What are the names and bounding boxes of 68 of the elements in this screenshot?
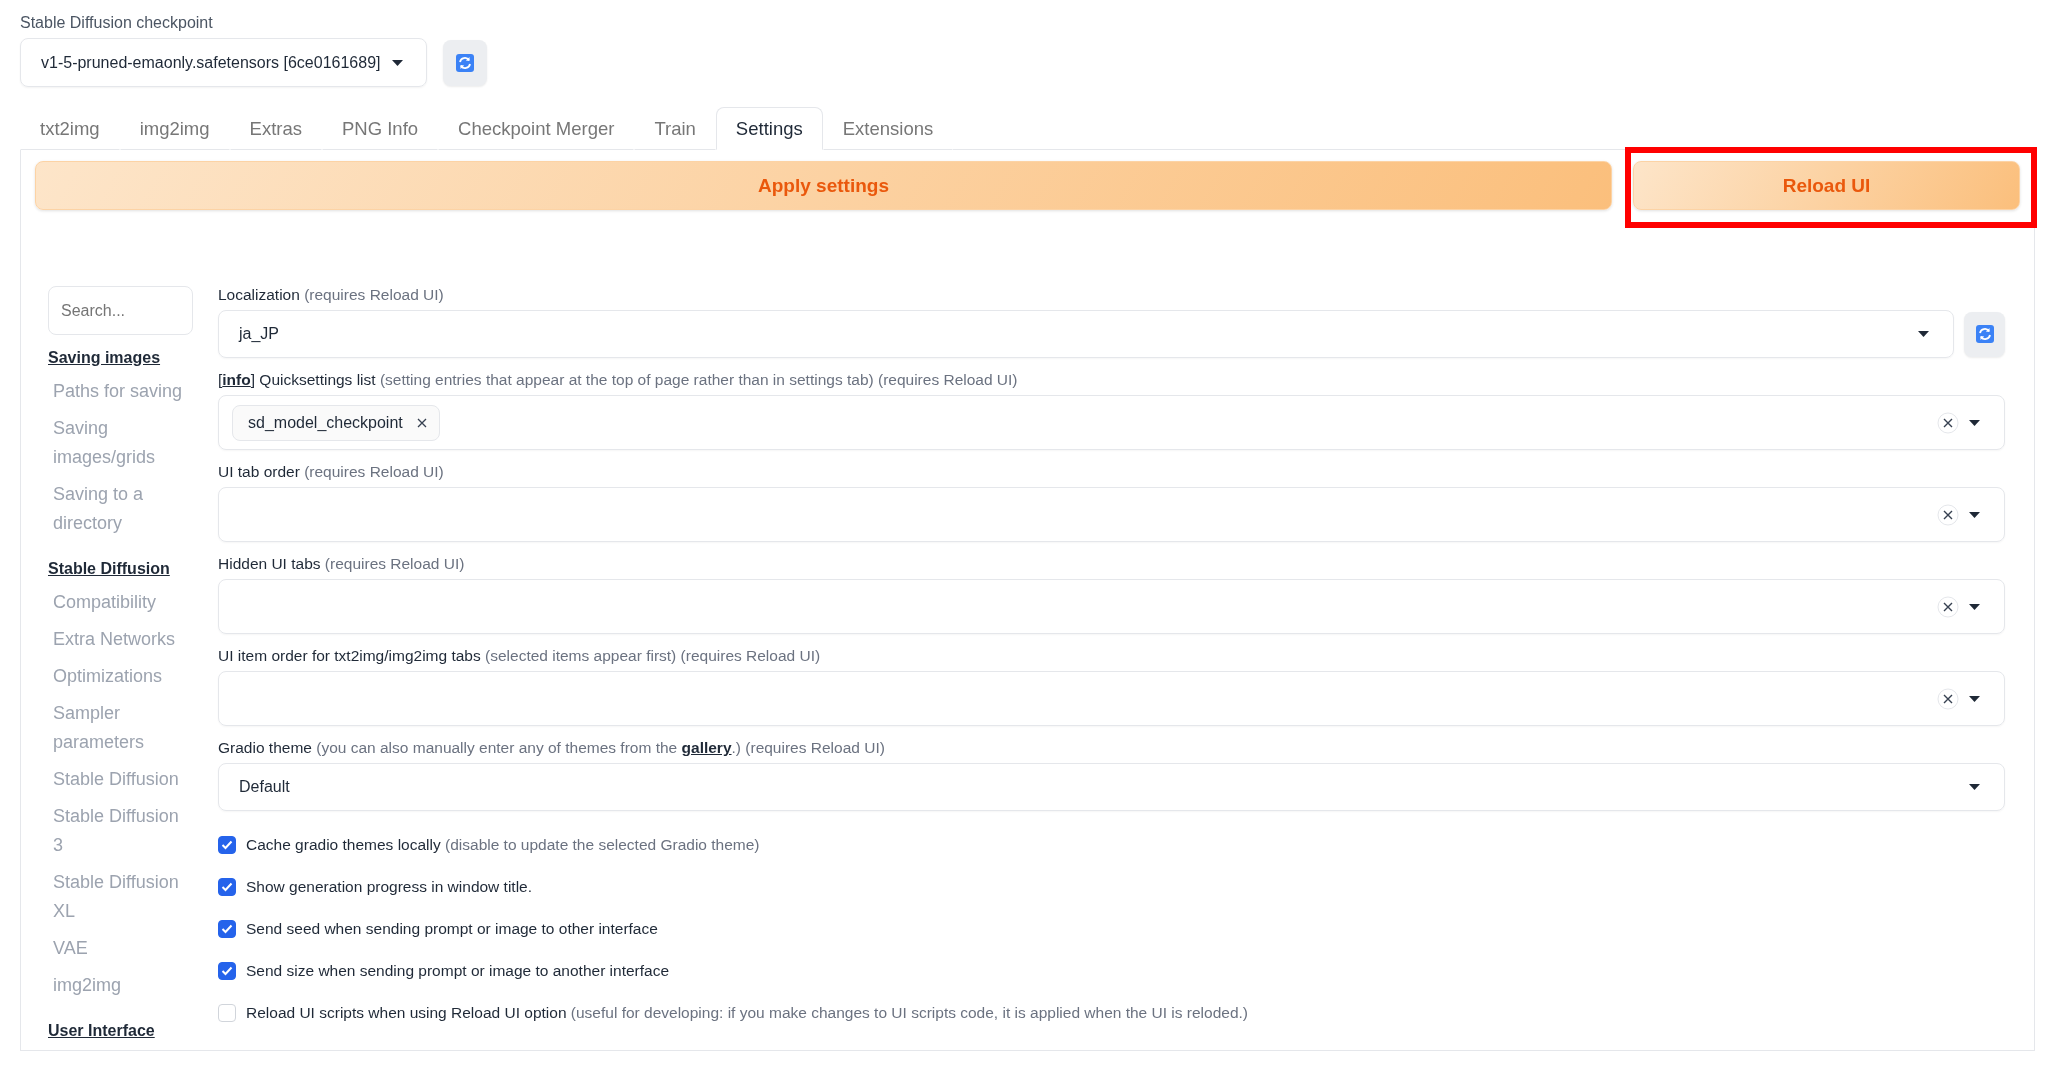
section-link[interactable]: User Interface xyxy=(48,1022,193,1040)
setting-label: Reload UI scripts when using Reload UI option (useful for developing: if you make changes to UI scripts code, it is applied when the UI is reloded.) xyxy=(246,1004,1248,1022)
clear-icon[interactable] xyxy=(1937,595,1959,618)
setting-label: UI tab order (requires Reload UI) xyxy=(218,463,445,481)
section-link[interactable]: Saving images xyxy=(48,349,193,367)
info-link[interactable]: info xyxy=(222,371,251,388)
token-chip[interactable]: sd_model_checkpoint xyxy=(232,404,440,441)
search-field[interactable]: Search... xyxy=(48,286,193,335)
apply-settings-button[interactable]: Apply settings xyxy=(35,161,1612,210)
refresh-button[interactable] xyxy=(1964,311,2005,357)
setting-label: [info] Quicksettings list (setting entries that appear at the top of page rather than in settings tab) (requires Reload UI) xyxy=(218,371,1019,389)
tab[interactable]: Extensions xyxy=(822,107,954,150)
setting-label: Cache gradio themes locally (disable to update the selected Gradio theme) xyxy=(246,836,760,854)
setting-label: Send size when sending prompt or image to another interface xyxy=(246,962,670,980)
multiselect-field[interactable] xyxy=(218,487,2005,542)
sidebar-item[interactable]: Stable Diffusion 3 xyxy=(48,802,193,860)
multiselect-field[interactable] xyxy=(218,671,2005,726)
multiselect-field[interactable]: sd_model_checkpoint xyxy=(218,395,2005,450)
sidebar-item[interactable]: Stable Diffusion xyxy=(48,765,193,794)
sidebar-item[interactable]: img2img xyxy=(48,971,193,1000)
checkpoint-label: Stable Diffusion checkpoint xyxy=(20,14,214,32)
info-link[interactable]: gallery xyxy=(681,739,732,756)
caret-icon xyxy=(1969,419,1980,426)
sidebar-item[interactable]: Compatibility xyxy=(48,588,193,617)
caret-icon xyxy=(392,59,404,66)
caret-icon xyxy=(1969,511,1980,518)
sidebar-item[interactable]: Extra Networks xyxy=(48,625,193,654)
caret-icon xyxy=(1969,784,1980,790)
setting-label: Send seed when sending prompt or image to other interface xyxy=(246,920,658,938)
refresh-icon xyxy=(1974,324,1995,344)
sidebar-item[interactable]: VAE xyxy=(48,934,193,963)
setting-label: Gradio theme (you can also manually enter any of themes from the gallery.) (requires Reload UI) xyxy=(218,739,886,757)
setting-label: UI item order for txt2img/img2img tabs (selected items appear first) (requires Reload UI) xyxy=(218,647,822,665)
caret-icon xyxy=(1969,603,1980,610)
checkbox[interactable] xyxy=(218,878,236,896)
tab[interactable]: PNG Info xyxy=(322,107,439,150)
checkbox[interactable] xyxy=(218,962,236,980)
dropdown[interactable]: ja_JP xyxy=(218,310,1954,358)
sidebar-item[interactable]: Saving to a directory xyxy=(48,480,193,538)
tab[interactable]: Train xyxy=(634,107,716,150)
setting-label: Show generation progress in window title. xyxy=(246,878,533,896)
tab[interactable]: Extras xyxy=(229,107,322,150)
setting-label: Localization (requires Reload UI) xyxy=(218,286,445,304)
setting-label: Hidden UI tabs (requires Reload UI) xyxy=(218,555,466,573)
caret-icon xyxy=(1969,695,1980,702)
checkpoint-dropdown[interactable]: v1-5-pruned-emaonly.safetensors [6ce0161689] xyxy=(20,38,427,87)
clear-icon[interactable] xyxy=(1937,411,1959,434)
sidebar-item[interactable]: Paths for saving xyxy=(48,377,193,406)
dropdown[interactable]: Default xyxy=(218,763,2005,811)
sidebar-item[interactable]: Sampler parameters xyxy=(48,699,193,757)
tab[interactable]: Checkpoint Merger xyxy=(438,107,635,150)
caret-icon xyxy=(1918,331,1929,337)
clear-icon[interactable] xyxy=(1937,687,1959,710)
clear-icon[interactable] xyxy=(1937,503,1959,526)
checkbox[interactable] xyxy=(218,920,236,938)
tab[interactable]: Settings xyxy=(715,107,823,150)
section-link[interactable]: Stable Diffusion xyxy=(48,560,193,578)
remove-icon[interactable] xyxy=(416,417,427,428)
multiselect-field[interactable] xyxy=(218,579,2005,634)
refresh-icon xyxy=(455,52,475,73)
checkbox[interactable] xyxy=(218,836,236,854)
tab[interactable]: txt2img xyxy=(20,107,120,150)
sidebar-item[interactable]: Saving images/grids xyxy=(48,414,193,472)
reload-ui-button[interactable]: Reload UI xyxy=(1633,161,2020,210)
sidebar-item[interactable]: Stable Diffusion XL xyxy=(48,868,193,926)
tab[interactable]: img2img xyxy=(119,107,230,150)
refresh-button[interactable] xyxy=(443,39,487,86)
sidebar-item[interactable]: Optimizations xyxy=(48,662,193,691)
